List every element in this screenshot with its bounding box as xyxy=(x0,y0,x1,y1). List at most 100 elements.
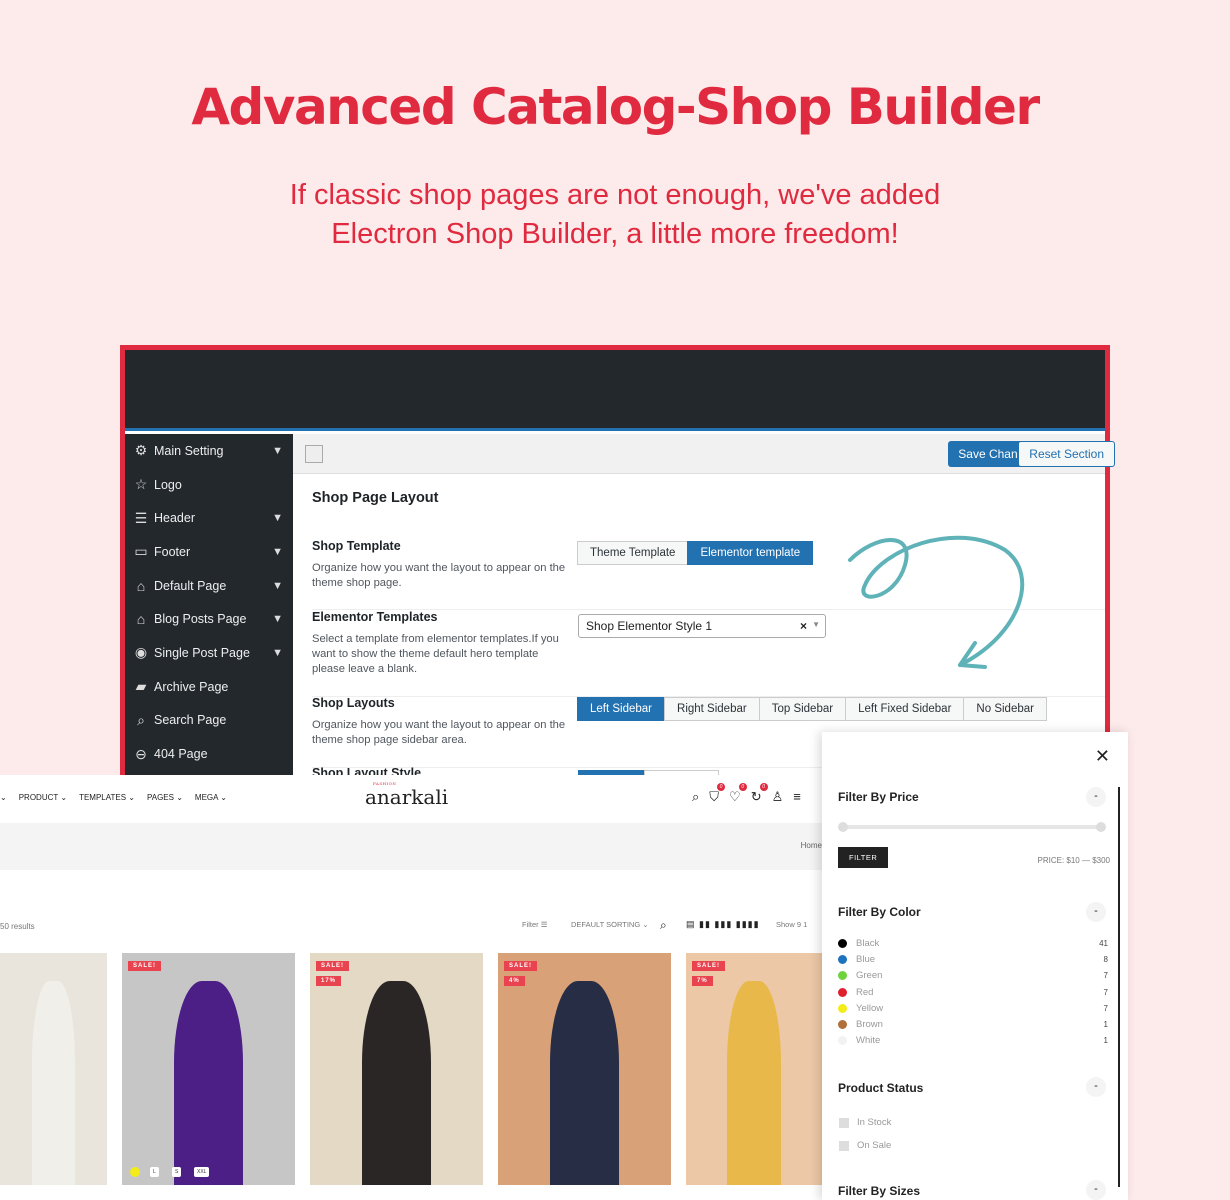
wishlist-count: 0 xyxy=(738,783,747,791)
product-image xyxy=(173,980,244,1185)
product-card[interactable] xyxy=(0,953,107,1185)
collapse-icon[interactable]: - xyxy=(1086,787,1106,807)
nav-product[interactable]: PRODUCT ⌄ xyxy=(19,793,67,802)
breadcrumb[interactable]: Home xyxy=(801,841,822,850)
product-card[interactable]: SALE! 17% xyxy=(310,953,483,1185)
collapse-icon[interactable]: - xyxy=(1086,902,1106,922)
filter-price-title: Filter By Price xyxy=(838,790,919,804)
nav-chevron-icon[interactable]: ⌄ xyxy=(0,793,7,802)
color-option-brown[interactable]: Brown 1 xyxy=(838,1019,1108,1030)
option-right-sidebar[interactable]: Right Sidebar xyxy=(664,697,760,721)
filter-button[interactable]: FILTER xyxy=(838,847,889,868)
sorting-select[interactable]: DEFAULT SORTING ⌄ xyxy=(571,920,649,929)
color-option-green[interactable]: Green 7 xyxy=(838,970,1108,981)
shop-toolbar: Filter ☰ DEFAULT SORTING ⌄ ⌕ ▤ ▮▮ ▮▮▮ ▮▮… xyxy=(0,918,822,934)
color-name: Red xyxy=(856,986,874,998)
scrollbar[interactable] xyxy=(1118,787,1120,1187)
product-status-title: Product Status xyxy=(838,1081,924,1095)
sidebar-item-archive-page[interactable]: ▰ Archive Page xyxy=(125,670,293,704)
color-option-white[interactable]: White 1 xyxy=(838,1035,1108,1046)
price-slider[interactable] xyxy=(838,822,1106,832)
sidebar-item-logo[interactable]: ☆ Logo xyxy=(125,468,293,502)
sidebar-item-search-page[interactable]: ⌕ Search Page xyxy=(125,704,293,738)
nav-pages[interactable]: PAGES ⌄ xyxy=(147,793,183,802)
admin-top-bar xyxy=(125,350,1105,431)
nav-templates[interactable]: TEMPLATES ⌄ xyxy=(79,793,135,802)
search-icon[interactable]: ⌕ xyxy=(660,918,667,933)
slider-handle-max[interactable] xyxy=(1096,822,1106,832)
compare-icon[interactable]: ↻ 0 xyxy=(751,783,768,805)
gear-icon: ⚙ xyxy=(134,442,148,459)
show-per-page[interactable]: Show 9 1 xyxy=(776,920,807,929)
home-icon: ⌂ xyxy=(136,577,146,594)
site-logo[interactable]: FASHION anarkali xyxy=(365,781,448,809)
sidebar-item-main-setting[interactable]: ⚙ Main Setting ▼ xyxy=(125,434,293,468)
slider-handle-min[interactable] xyxy=(838,822,848,832)
color-count: 8 xyxy=(1103,955,1108,965)
collapse-icon[interactable]: - xyxy=(1086,1180,1106,1200)
sidebar-item-blog-posts-page[interactable]: ⌂ Blog Posts Page ▼ xyxy=(125,602,293,636)
close-icon[interactable]: ✕ xyxy=(1095,746,1110,767)
product-card[interactable]: SALE! 4% xyxy=(498,953,671,1185)
product-card[interactable]: SALE! L S XXL xyxy=(122,953,295,1185)
user-icon[interactable]: ♙ xyxy=(772,789,784,805)
folder-icon: ▰ xyxy=(135,678,147,695)
sidebar-item-header[interactable]: ☰ Header ▼ xyxy=(125,501,293,535)
sidebar-item-label: 404 Page xyxy=(154,747,208,762)
shop-template-toggle: Theme Template Elementor template xyxy=(577,541,814,565)
sidebar-item-default-page[interactable]: ⌂ Default Page ▼ xyxy=(125,569,293,603)
search-icon: ⌕ xyxy=(137,711,145,728)
color-swatch-yellow[interactable] xyxy=(130,1167,140,1177)
size-option[interactable]: L xyxy=(150,1167,159,1177)
color-option-yellow[interactable]: Yellow 7 xyxy=(838,1003,1108,1014)
chevron-down-icon: ⌄ xyxy=(126,793,135,802)
sidebar-item-footer[interactable]: ▭ Footer ▼ xyxy=(125,535,293,569)
option-theme-template[interactable]: Theme Template xyxy=(577,541,689,565)
chevron-down-icon: ⌄ xyxy=(58,793,68,802)
filter-sizes-title: Filter By Sizes xyxy=(838,1184,921,1198)
chevron-down-icon[interactable]: ▼ xyxy=(272,647,283,659)
option-left-fixed-sidebar[interactable]: Left Fixed Sidebar xyxy=(845,697,965,721)
filter-color-title: Filter By Color xyxy=(838,905,921,919)
on-sale-checkbox[interactable]: On Sale xyxy=(839,1140,891,1151)
wishlist-icon[interactable]: ♡ 0 xyxy=(729,783,747,805)
elementor-template-select[interactable]: Shop Elementor Style 1 × ▼ xyxy=(578,614,826,638)
chevron-down-icon[interactable]: ▼ xyxy=(272,580,283,592)
chevron-down-icon[interactable]: ▼ xyxy=(272,546,283,558)
chevron-down-icon[interactable]: ▼ xyxy=(272,613,283,625)
size-option[interactable]: XXL xyxy=(194,1167,210,1177)
chevron-down-icon[interactable]: ▼ xyxy=(272,512,283,524)
size-option[interactable]: S xyxy=(172,1167,182,1177)
clear-icon[interactable]: × xyxy=(800,619,807,633)
reset-section-button[interactable]: Reset Section xyxy=(1018,441,1115,467)
menu-icon[interactable]: ≡ xyxy=(793,789,801,805)
chevron-down-icon[interactable]: ▼ xyxy=(272,445,283,457)
option-no-sidebar[interactable]: No Sidebar xyxy=(963,697,1047,721)
filter-button[interactable]: Filter ☰ xyxy=(522,920,547,929)
sidebar-item-404-page[interactable]: ⊖ 404 Page xyxy=(125,737,293,771)
grid-view-icons[interactable]: ▤ ▮▮ ▮▮▮ ▮▮▮▮ xyxy=(686,919,760,930)
product-card[interactable]: SALE! 7% xyxy=(686,953,822,1185)
layout-icon[interactable] xyxy=(305,445,323,463)
option-elementor-template[interactable]: Elementor template xyxy=(687,541,814,565)
collapse-icon[interactable]: - xyxy=(1086,1077,1106,1097)
color-option-black[interactable]: Black 41 xyxy=(838,938,1108,949)
cart-icon[interactable]: ⛉ 0 xyxy=(709,783,726,805)
home-icon: ⌂ xyxy=(136,611,146,628)
discount-badge: 17% xyxy=(316,976,342,986)
section-title: Shop Page Layout xyxy=(312,490,439,506)
option-top-sidebar[interactable]: Top Sidebar xyxy=(758,697,847,721)
color-option-red[interactable]: Red 7 xyxy=(838,987,1108,998)
product-image xyxy=(361,980,432,1185)
search-icon[interactable]: ⌕ xyxy=(692,789,699,805)
sidebar-item-single-post-page[interactable]: ◉ Single Post Page ▼ xyxy=(125,636,293,670)
nav-mega[interactable]: MEGA ⌄ xyxy=(195,793,227,802)
color-swatch xyxy=(838,971,847,981)
in-stock-checkbox[interactable]: In Stock xyxy=(839,1117,891,1128)
option-left-sidebar[interactable]: Left Sidebar xyxy=(577,697,666,721)
color-swatch xyxy=(838,939,847,948)
product-image xyxy=(549,980,620,1185)
chevron-down-icon[interactable]: ▼ xyxy=(812,620,820,629)
chevron-down-icon: ⌄ xyxy=(218,793,227,802)
color-option-blue[interactable]: Blue 8 xyxy=(838,954,1108,965)
